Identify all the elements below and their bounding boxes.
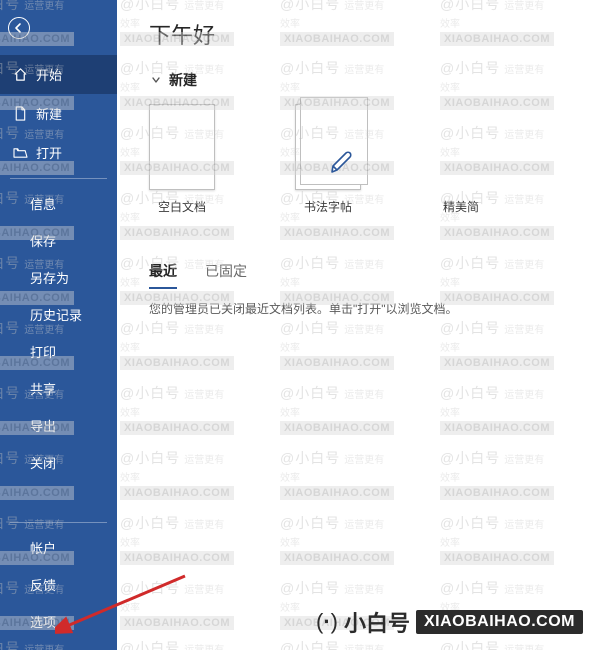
sidebar-item-label: 选项 — [30, 615, 56, 630]
sidebar-item-print[interactable]: 打印 — [0, 333, 117, 370]
sidebar-item-start[interactable]: 开始 — [0, 55, 117, 94]
sidebar-item-export[interactable]: 导出 — [0, 407, 117, 444]
sidebar-item-close[interactable]: 关闭 — [0, 444, 117, 481]
sidebar-item-label: 开始 — [36, 65, 62, 84]
template-label: 精美简 — [443, 198, 479, 215]
sidebar-item-label: 另存为 — [30, 271, 69, 286]
section-new-label: 新建 — [169, 70, 197, 90]
tab-recent[interactable]: 最近 — [149, 261, 177, 289]
sidebar-item-label: 信息 — [30, 197, 56, 212]
template-label: 空白文档 — [158, 198, 206, 215]
sidebar-item-label: 关闭 — [30, 456, 56, 471]
sidebar-primary-list: 开始 新建 打开 — [0, 55, 117, 172]
template-gallery: 空白文档 书法字帖 精美简 — [149, 104, 589, 215]
section-new-header[interactable]: 新建 — [149, 70, 589, 90]
sidebar-item-share[interactable]: 共享 — [0, 370, 117, 407]
sidebar-item-label: 反馈 — [30, 578, 56, 593]
sidebar-item-label: 保存 — [30, 234, 56, 249]
app-root: 开始 新建 打开 信息 保存 另存为 历史记录 打印 共享 导出 — [0, 0, 589, 650]
sidebar-secondary-list: 信息 保存 另存为 历史记录 打印 共享 导出 关闭 — [0, 185, 117, 481]
recent-tabs: 最近 已固定 — [149, 261, 589, 290]
sidebar-divider — [10, 178, 107, 179]
sidebar-item-info[interactable]: 信息 — [0, 185, 117, 222]
main-panel: 下午好 新建 空白文档 — [117, 0, 589, 650]
new-doc-icon — [12, 106, 28, 122]
sidebar-item-label: 打开 — [36, 143, 62, 162]
greeting-heading: 下午好 — [149, 18, 589, 50]
backstage-sidebar: 开始 新建 打开 信息 保存 另存为 历史记录 打印 共享 导出 — [0, 0, 117, 650]
template-calligraphy[interactable]: 书法字帖 — [295, 104, 361, 215]
sidebar-item-new[interactable]: 新建 — [0, 94, 117, 133]
sidebar-item-label: 共享 — [30, 382, 56, 397]
sidebar-item-label: 导出 — [30, 419, 56, 434]
sidebar-item-save[interactable]: 保存 — [0, 222, 117, 259]
template-blank[interactable]: 空白文档 — [149, 104, 215, 215]
sidebar-item-options[interactable]: 选项 — [0, 603, 117, 640]
chevron-down-icon — [149, 73, 163, 87]
open-folder-icon — [12, 145, 28, 161]
back-arrow-icon — [8, 17, 30, 39]
sidebar-item-label: 新建 — [36, 104, 62, 123]
home-icon — [12, 67, 28, 83]
sidebar-item-label: 帐户 — [30, 541, 56, 556]
sidebar-item-label: 历史记录 — [30, 308, 82, 323]
sidebar-item-account[interactable]: 帐户 — [0, 529, 117, 566]
sidebar-divider — [10, 522, 107, 523]
sidebar-item-open[interactable]: 打开 — [0, 133, 117, 172]
tab-label: 已固定 — [205, 263, 247, 279]
pen-icon — [328, 150, 354, 181]
sidebar-item-saveas[interactable]: 另存为 — [0, 259, 117, 296]
sidebar-bottom-list: 帐户 反馈 选项 — [0, 529, 117, 640]
calligraphy-thumb — [295, 104, 361, 190]
blank-doc-thumb — [149, 104, 215, 190]
tab-label: 最近 — [149, 263, 177, 279]
tab-pinned[interactable]: 已固定 — [205, 261, 247, 289]
recent-disabled-message: 您的管理员已关闭最近文档列表。单击"打开"以浏览文档。 — [149, 300, 589, 317]
back-button[interactable] — [0, 0, 117, 55]
sidebar-item-history[interactable]: 历史记录 — [0, 296, 117, 333]
template-label: 书法字帖 — [304, 198, 352, 215]
template-resume[interactable]: 精美简 — [441, 104, 481, 215]
sidebar-item-feedback[interactable]: 反馈 — [0, 566, 117, 603]
sidebar-item-label: 打印 — [30, 345, 56, 360]
